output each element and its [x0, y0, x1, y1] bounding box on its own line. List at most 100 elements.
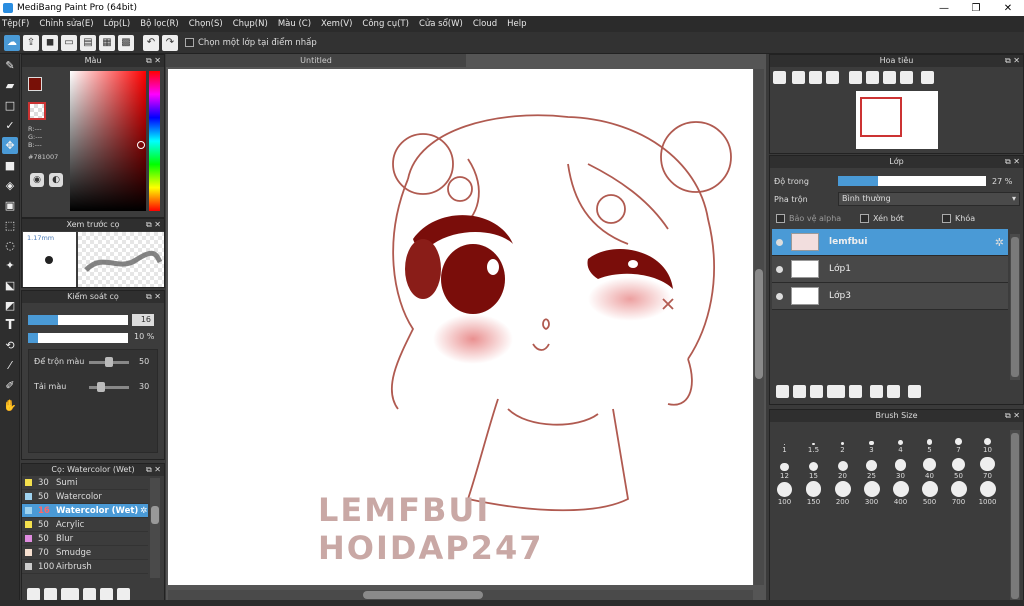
cloud-icon[interactable]: ☁	[4, 34, 20, 51]
menu-edit[interactable]: Chỉnh sửa(E)	[39, 19, 93, 29]
brush-size-option[interactable]: 500	[915, 480, 944, 506]
layer-settings-icon[interactable]: ✲	[995, 236, 1004, 249]
operation-tool-icon[interactable]: ⟲	[2, 337, 18, 354]
flip-icon[interactable]	[921, 71, 934, 84]
menu-layer[interactable]: Lớp(L)	[104, 19, 131, 29]
visibility-icon[interactable]	[776, 238, 783, 246]
menu-view[interactable]: Xem(V)	[321, 19, 352, 29]
layer-list-scroll-thumb[interactable]	[1011, 237, 1019, 377]
panel-close-icon[interactable]: ⧉ ✕	[146, 464, 161, 476]
document-icon[interactable]: ▤	[80, 34, 96, 51]
close-button[interactable]: ✕	[992, 3, 1024, 14]
brush-item[interactable]: 70 Smudge	[22, 546, 148, 560]
brush-size-option[interactable]: 5	[915, 428, 944, 454]
navigator-thumbnail[interactable]	[856, 91, 938, 149]
zoom-in-2-icon[interactable]	[792, 71, 805, 84]
bucket-tool-icon[interactable]: ◈	[2, 177, 18, 194]
menu-select[interactable]: Chọn(S)	[189, 19, 223, 29]
canvas-paper[interactable]: LEMFBUI HOIDAP247	[168, 69, 753, 585]
brush-size-option[interactable]: 200	[828, 480, 857, 506]
fill-rect-tool-icon[interactable]: ■	[2, 157, 18, 174]
layer-item[interactable]: Lớp1	[772, 256, 1008, 283]
text-tool-icon[interactable]: T	[2, 317, 18, 334]
eyedropper-tool-icon[interactable]: ✐	[2, 377, 18, 394]
color-picker-handle[interactable]	[137, 141, 145, 149]
menu-cloud[interactable]: Cloud	[473, 19, 497, 29]
select-pen-tool-icon[interactable]: ⬕	[2, 277, 18, 294]
redo-icon[interactable]: ↷	[162, 34, 178, 51]
rotate-right-icon[interactable]	[883, 71, 896, 84]
menu-snap[interactable]: Chụp(N)	[233, 19, 268, 29]
brush-size-option[interactable]: 100	[770, 480, 799, 506]
brush-size-option[interactable]: 400	[886, 480, 915, 506]
brush-item[interactable]: 100 Airbrush	[22, 560, 148, 574]
brush-size-option[interactable]: 10	[973, 428, 1002, 454]
maximize-button[interactable]: ❐	[960, 3, 992, 14]
brush-size-option[interactable]: 4	[886, 428, 915, 454]
lock-option[interactable]: Khóa	[942, 214, 975, 223]
visibility-icon[interactable]	[776, 292, 783, 300]
brush-item[interactable]: 50 Blur	[22, 532, 148, 546]
panel-close-icon[interactable]: ⧉ ✕	[146, 219, 161, 231]
panel-close-icon[interactable]: ⧉ ✕	[1005, 156, 1020, 168]
brush-settings-icon[interactable]: ✲	[140, 506, 147, 516]
dropper-tool-icon[interactable]: ⁄	[2, 357, 18, 374]
brush-size-option[interactable]: 3	[857, 428, 886, 454]
panel-close-icon[interactable]: ⧉ ✕	[146, 291, 161, 303]
new-layer-icon[interactable]	[776, 385, 789, 398]
brush-size-option[interactable]: 25	[857, 454, 886, 480]
layer-item-selected[interactable]: lemfbui ✲	[772, 229, 1008, 256]
actual-size-icon[interactable]	[866, 71, 879, 84]
brush-size-option[interactable]: 12	[770, 454, 799, 480]
brush-size-option[interactable]: 15	[799, 454, 828, 480]
brush-opacity-slider[interactable]	[28, 333, 128, 343]
blend-slider-thumb[interactable]	[105, 357, 113, 367]
gradient-tool-icon[interactable]: ▣	[2, 197, 18, 214]
brush-item-selected[interactable]: 16 Watercolor (Wet) ✲	[22, 504, 148, 518]
select-eraser-tool-icon[interactable]: ◩	[2, 297, 18, 314]
brush-size-scroll-thumb[interactable]	[1011, 433, 1019, 599]
brush-size-option[interactable]: 150	[799, 480, 828, 506]
color-square[interactable]	[70, 71, 146, 211]
brush-item[interactable]: 50 Watercolor	[22, 490, 148, 504]
undo-icon[interactable]: ↶	[143, 34, 159, 51]
layer-menu-icon[interactable]	[827, 385, 845, 398]
brush-size-option[interactable]: 1	[770, 428, 799, 454]
share-icon[interactable]: ⇪	[23, 34, 39, 51]
menu-help[interactable]: Help	[507, 19, 526, 29]
clip-checkbox[interactable]	[860, 214, 869, 223]
reload-slider-track[interactable]	[89, 386, 129, 389]
grid-icon[interactable]: ▦	[99, 34, 115, 51]
reset-icon[interactable]	[900, 71, 913, 84]
primary-color-swatch[interactable]	[28, 77, 42, 91]
table-icon[interactable]: ▩	[118, 34, 134, 51]
comment-icon[interactable]: ◼	[42, 34, 58, 51]
magic-wand-tool-icon[interactable]: ✦	[2, 257, 18, 274]
brush-size-option[interactable]: 7	[944, 428, 973, 454]
palette-icon[interactable]: ◉	[30, 173, 44, 187]
menu-color[interactable]: Màu (C)	[278, 19, 311, 29]
transparent-color-swatch[interactable]	[28, 102, 46, 120]
menu-tools[interactable]: Công cụ(T)	[362, 19, 409, 29]
minimize-button[interactable]: —	[928, 3, 960, 14]
brush-size-option[interactable]: 300	[857, 480, 886, 506]
menu-file[interactable]: Tệp(F)	[2, 19, 29, 29]
menu-filter[interactable]: Bộ lọc(R)	[140, 19, 179, 29]
canvas-vertical-scrollbar[interactable]	[754, 69, 764, 585]
message-icon[interactable]: ▭	[61, 34, 77, 51]
rotate-left-icon[interactable]	[849, 71, 862, 84]
menu-window[interactable]: Cửa sổ(W)	[419, 19, 463, 29]
panel-close-icon[interactable]: ⧉ ✕	[146, 55, 161, 67]
protect-alpha-checkbox[interactable]	[776, 214, 785, 223]
zoom-in-icon[interactable]	[773, 71, 786, 84]
folder-icon[interactable]	[849, 385, 862, 398]
brush-size-option[interactable]: 1000	[973, 480, 1002, 506]
brush-size-slider[interactable]	[28, 315, 128, 325]
eraser-tool-icon[interactable]: ▰	[2, 77, 18, 94]
brush-item[interactable]: 30 Sumi	[22, 476, 148, 490]
panel-close-icon[interactable]: ⧉ ✕	[1005, 410, 1020, 422]
clip-option[interactable]: Xén bớt	[860, 214, 904, 223]
select-rect-tool-icon[interactable]: ⬚	[2, 217, 18, 234]
merge-layer-icon[interactable]	[887, 385, 900, 398]
zoom-out-icon[interactable]	[826, 71, 839, 84]
